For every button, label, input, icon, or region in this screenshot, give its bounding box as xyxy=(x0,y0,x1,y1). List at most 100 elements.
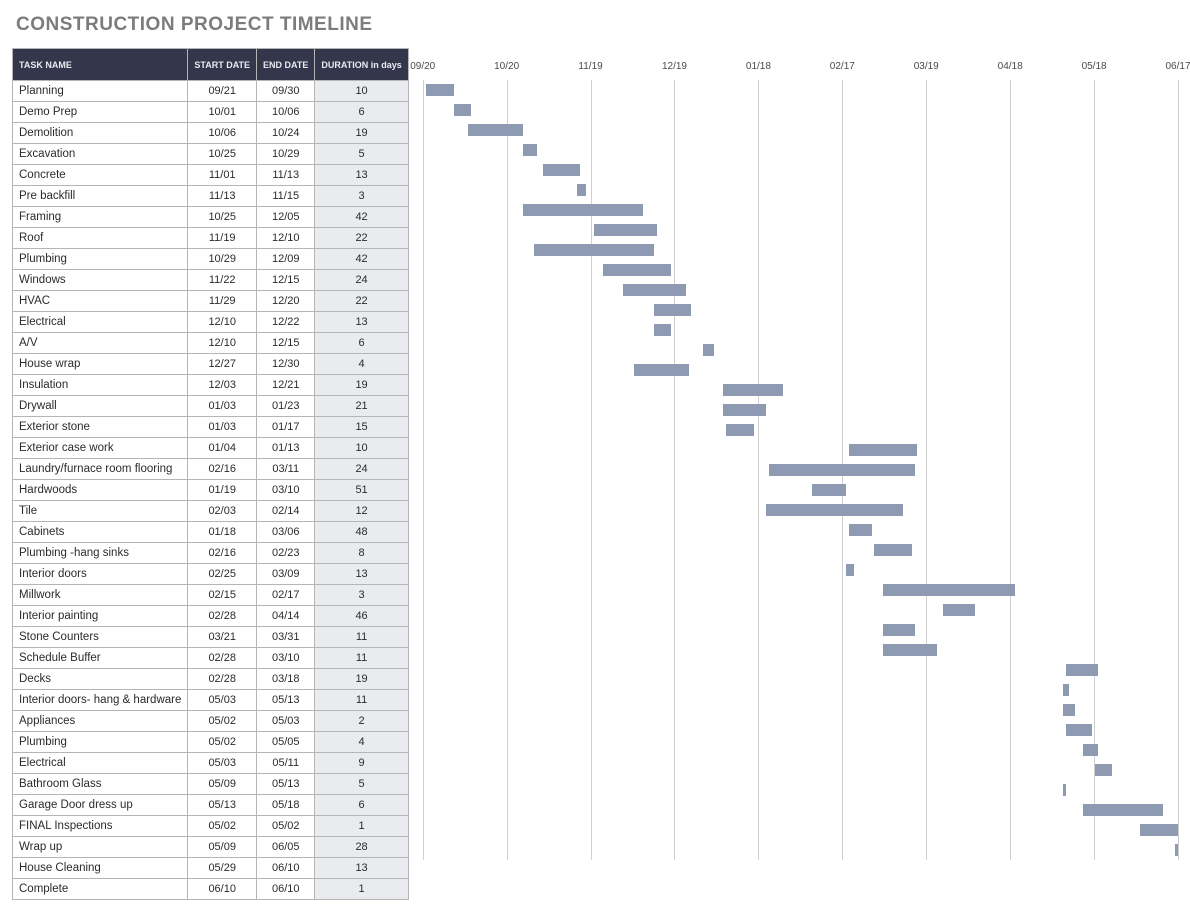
gantt-row xyxy=(423,500,1178,520)
task-dur-cell: 13 xyxy=(315,165,408,186)
task-name-cell: Wrap up xyxy=(13,837,188,858)
gantt-bar xyxy=(623,284,686,296)
gantt-row xyxy=(423,100,1178,120)
gantt-bar xyxy=(703,344,714,356)
task-end-cell: 01/23 xyxy=(257,396,315,417)
task-end-cell: 12/15 xyxy=(257,270,315,291)
task-end-cell: 12/05 xyxy=(257,207,315,228)
gantt-row xyxy=(423,800,1178,820)
gantt-bar xyxy=(523,144,537,156)
table-row: Electrical05/0305/119 xyxy=(13,753,409,774)
task-end-cell: 05/11 xyxy=(257,753,315,774)
axis-tick: 05/18 xyxy=(1082,61,1107,72)
gantt-bar xyxy=(883,584,1015,596)
task-dur-cell: 1 xyxy=(315,816,408,837)
task-name-cell: House Cleaning xyxy=(13,858,188,879)
gantt-bar xyxy=(1063,704,1074,716)
task-start-cell: 02/28 xyxy=(188,669,257,690)
gantt-row xyxy=(423,700,1178,720)
task-end-cell: 12/21 xyxy=(257,375,315,396)
task-dur-cell: 10 xyxy=(315,438,408,459)
gantt-row xyxy=(423,80,1178,100)
task-end-cell: 12/15 xyxy=(257,333,315,354)
task-end-cell: 04/14 xyxy=(257,606,315,627)
task-dur-cell: 13 xyxy=(315,564,408,585)
table-row: House Cleaning05/2906/1013 xyxy=(13,858,409,879)
task-dur-cell: 28 xyxy=(315,837,408,858)
task-start-cell: 05/13 xyxy=(188,795,257,816)
task-dur-cell: 10 xyxy=(315,81,408,102)
gantt-row xyxy=(423,320,1178,340)
table-row: Framing10/2512/0542 xyxy=(13,207,409,228)
task-dur-cell: 3 xyxy=(315,585,408,606)
gantt-row xyxy=(423,360,1178,380)
gantt-bar xyxy=(654,324,671,336)
axis-tick: 10/20 xyxy=(494,61,519,72)
gantt-bar xyxy=(1063,684,1069,696)
gantt-row xyxy=(423,720,1178,740)
task-start-cell: 05/29 xyxy=(188,858,257,879)
task-end-cell: 11/15 xyxy=(257,186,315,207)
gantt-bar xyxy=(726,424,755,436)
task-dur-cell: 42 xyxy=(315,249,408,270)
table-row: Cabinets01/1803/0648 xyxy=(13,522,409,543)
gantt-row xyxy=(423,120,1178,140)
gantt-bar xyxy=(654,304,691,316)
task-dur-cell: 48 xyxy=(315,522,408,543)
task-end-cell: 02/23 xyxy=(257,543,315,564)
task-start-cell: 01/04 xyxy=(188,438,257,459)
task-dur-cell: 2 xyxy=(315,711,408,732)
table-row: Interior painting02/2804/1446 xyxy=(13,606,409,627)
task-dur-cell: 11 xyxy=(315,690,408,711)
task-name-cell: Insulation xyxy=(13,375,188,396)
gantt-row xyxy=(423,660,1178,680)
gantt-bar xyxy=(1095,764,1112,776)
gantt-row xyxy=(423,300,1178,320)
task-name-cell: Electrical xyxy=(13,753,188,774)
task-dur-cell: 22 xyxy=(315,291,408,312)
gantt-row xyxy=(423,740,1178,760)
task-name-cell: Schedule Buffer xyxy=(13,648,188,669)
gantt-bar xyxy=(603,264,672,276)
task-end-cell: 05/13 xyxy=(257,774,315,795)
task-name-cell: Bathroom Glass xyxy=(13,774,188,795)
task-end-cell: 05/05 xyxy=(257,732,315,753)
task-dur-cell: 46 xyxy=(315,606,408,627)
gantt-bar xyxy=(426,84,455,96)
gantt-row xyxy=(423,200,1178,220)
task-end-cell: 02/14 xyxy=(257,501,315,522)
gantt-row xyxy=(423,460,1178,480)
task-end-cell: 03/10 xyxy=(257,480,315,501)
task-name-cell: Plumbing xyxy=(13,249,188,270)
task-start-cell: 05/03 xyxy=(188,753,257,774)
axis-tick: 12/19 xyxy=(662,61,687,72)
table-row: Exterior case work01/0401/1310 xyxy=(13,438,409,459)
gantt-bar xyxy=(849,524,872,536)
gantt-bar xyxy=(577,184,586,196)
task-name-cell: Hardwoods xyxy=(13,480,188,501)
table-row: Insulation12/0312/2119 xyxy=(13,375,409,396)
table-row: Decks02/2803/1819 xyxy=(13,669,409,690)
task-start-cell: 10/06 xyxy=(188,123,257,144)
table-row: Demolition10/0610/2419 xyxy=(13,123,409,144)
gantt-row xyxy=(423,560,1178,580)
task-dur-cell: 21 xyxy=(315,396,408,417)
task-dur-cell: 19 xyxy=(315,123,408,144)
gantt-bar xyxy=(468,124,522,136)
gantt-bar xyxy=(883,624,914,636)
table-row: Plumbing05/0205/054 xyxy=(13,732,409,753)
task-end-cell: 01/17 xyxy=(257,417,315,438)
table-row: Electrical12/1012/2213 xyxy=(13,312,409,333)
table-row: Laundry/furnace room flooring02/1603/112… xyxy=(13,459,409,480)
task-start-cell: 12/27 xyxy=(188,354,257,375)
task-name-cell: Demo Prep xyxy=(13,102,188,123)
task-dur-cell: 6 xyxy=(315,102,408,123)
gantt-bar xyxy=(1083,804,1163,816)
gantt-row xyxy=(423,680,1178,700)
gantt-row xyxy=(423,760,1178,780)
table-row: House wrap12/2712/304 xyxy=(13,354,409,375)
task-start-cell: 12/10 xyxy=(188,333,257,354)
gantt-row xyxy=(423,140,1178,160)
gantt-bar xyxy=(1140,824,1177,836)
task-dur-cell: 51 xyxy=(315,480,408,501)
